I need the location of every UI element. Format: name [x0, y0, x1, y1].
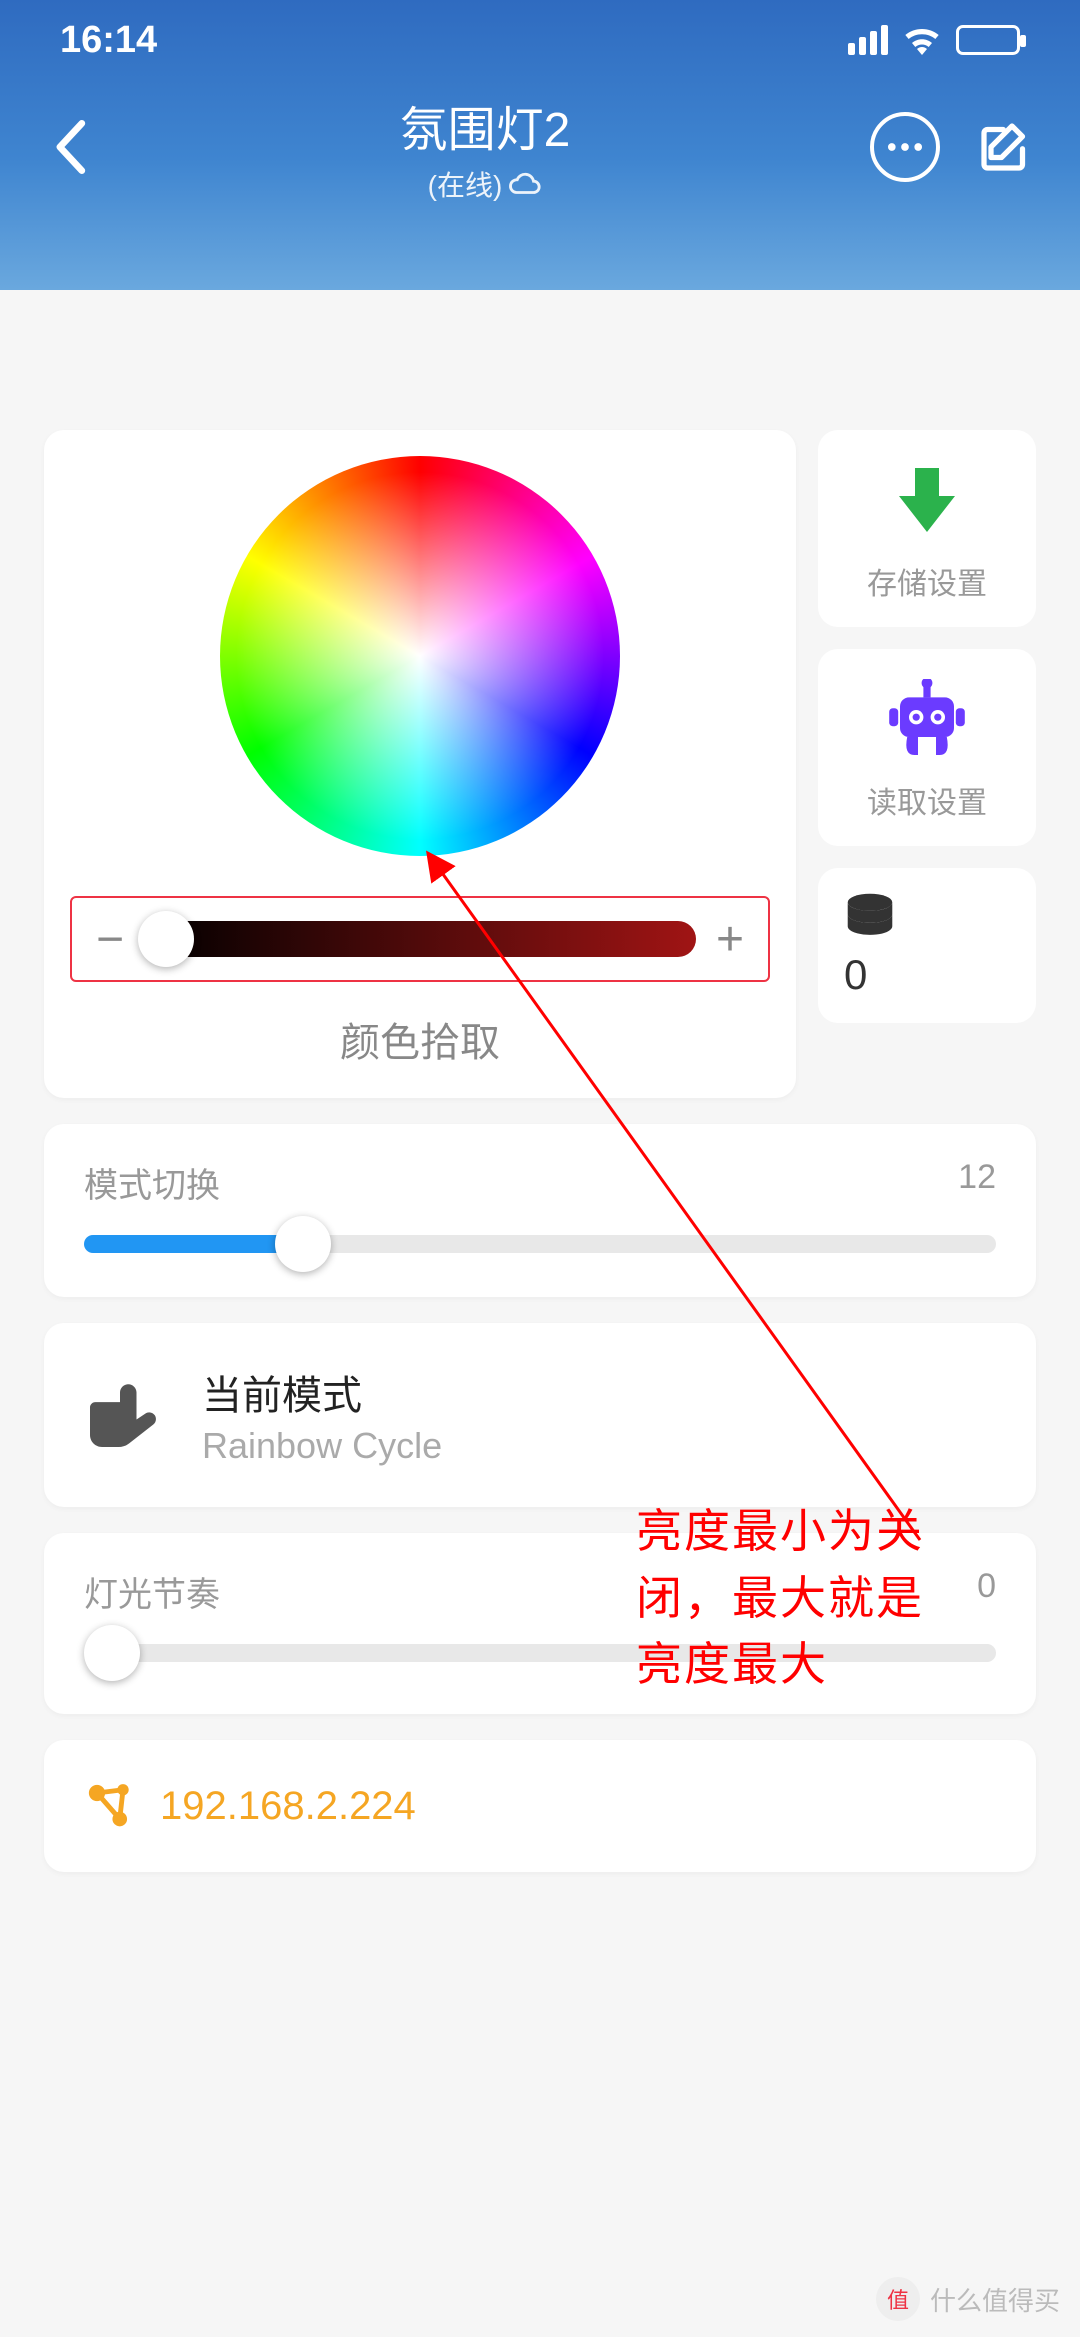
mode-switch-slider[interactable] [84, 1235, 996, 1253]
cloud-icon [508, 172, 542, 196]
watermark: 值 什么值得买 [876, 2277, 1060, 2321]
color-wheel[interactable] [220, 456, 620, 856]
battery-icon [956, 25, 1020, 55]
color-picker-label: 颜色拾取 [70, 1010, 770, 1068]
annotation-text: 亮度最小为关 闭，最大就是 亮度最大 [636, 1498, 924, 1698]
nav-bar: 氛围灯2 (在线) [0, 80, 1080, 204]
load-label: 读取设置 [828, 778, 1026, 822]
more-button[interactable] [870, 112, 940, 182]
brightness-slider[interactable] [144, 921, 696, 957]
current-mode-card[interactable]: 当前模式 Rainbow Cycle [44, 1323, 1036, 1507]
header-title-block: 氛围灯2 (在线) [100, 90, 870, 204]
rhythm-value: 0 [977, 1567, 996, 1616]
storage-count-card[interactable]: 0 [818, 868, 1036, 1023]
mode-switch-value: 12 [958, 1158, 996, 1207]
mode-switch-thumb[interactable] [275, 1216, 331, 1272]
save-label: 存储设置 [828, 559, 1026, 603]
ip-address: 192.168.2.224 [160, 1784, 416, 1829]
mode-switch-label: 模式切换 [84, 1158, 220, 1207]
brightness-slider-row: − + [70, 896, 770, 982]
network-icon [84, 1780, 136, 1832]
load-settings-button[interactable]: 读取设置 [818, 649, 1036, 846]
download-arrow-icon [887, 460, 967, 540]
wifi-icon [902, 25, 942, 55]
mode-switch-card: 模式切换 12 [44, 1124, 1036, 1297]
brightness-plus-button[interactable]: + [710, 912, 750, 967]
database-icon [844, 892, 896, 940]
watermark-badge-icon: 值 [876, 2277, 920, 2321]
save-settings-button[interactable]: 存储设置 [818, 430, 1036, 627]
status-time: 16:14 [60, 19, 157, 62]
current-mode-title: 当前模式 [202, 1363, 442, 1421]
status-bar: 16:14 [0, 0, 1080, 80]
watermark-text: 什么值得买 [930, 2281, 1060, 2318]
robot-icon [882, 679, 972, 759]
rhythm-thumb[interactable] [84, 1625, 140, 1681]
cellular-signal-icon [848, 25, 888, 55]
current-mode-name: Rainbow Cycle [202, 1425, 442, 1467]
device-title: 氛围灯2 [100, 90, 870, 160]
pointing-hand-icon [84, 1380, 174, 1450]
storage-count-value: 0 [844, 951, 1010, 999]
app-header: 16:14 氛围灯2 (在线) [0, 0, 1080, 290]
back-button[interactable] [40, 117, 100, 177]
device-status-text: (在线) [428, 164, 503, 204]
brightness-thumb[interactable] [138, 911, 194, 967]
brightness-minus-button[interactable]: − [90, 912, 130, 967]
edit-button[interactable] [970, 112, 1040, 182]
color-picker-card: − + 颜色拾取 [44, 430, 796, 1098]
rhythm-label: 灯光节奏 [84, 1567, 220, 1616]
ip-card[interactable]: 192.168.2.224 [44, 1740, 1036, 1872]
